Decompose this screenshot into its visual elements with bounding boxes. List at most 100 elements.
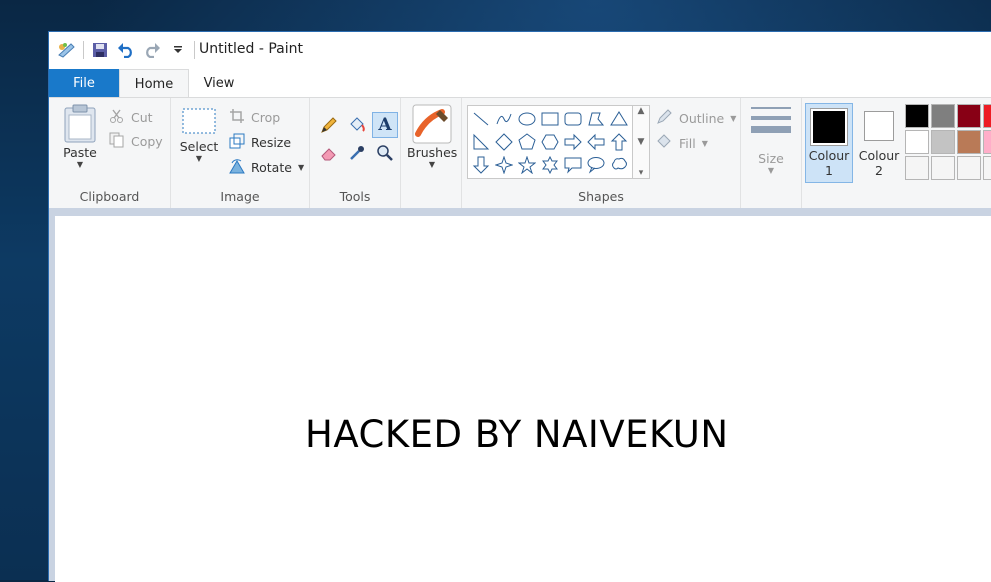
brushes-button[interactable]: Brushes ▼: [407, 104, 457, 169]
undo-icon[interactable]: [116, 40, 136, 60]
fill-bucket-icon[interactable]: [344, 112, 370, 138]
size-label: Size: [758, 151, 784, 166]
cut-button[interactable]: Cut: [109, 108, 153, 127]
ribbon-tabs: File Home View: [49, 69, 991, 98]
select-dropdown-icon[interactable]: ▼: [179, 154, 219, 163]
eraser-icon[interactable]: [316, 140, 342, 166]
shape-rect-callout-icon[interactable]: [561, 153, 584, 176]
palette-swatch[interactable]: [905, 104, 929, 128]
shape-heart-icon[interactable]: [469, 176, 492, 178]
canvas-text: HACKED BY NAIVEKUN: [305, 413, 729, 456]
colour1-swatch: [813, 111, 845, 143]
shape-polygon-icon[interactable]: [584, 107, 607, 130]
resize-button[interactable]: Resize: [229, 133, 291, 152]
paste-dropdown-icon[interactable]: ▼: [59, 160, 101, 169]
tab-file[interactable]: File: [49, 69, 119, 97]
fill-label: Fill: [679, 136, 696, 151]
brushes-dropdown-icon[interactable]: ▼: [407, 160, 457, 169]
shape-right-arrow-icon[interactable]: [561, 130, 584, 153]
quick-access-toolbar: [57, 40, 195, 60]
fill-icon: [655, 133, 673, 154]
brushes-group: Brushes ▼: [401, 98, 462, 208]
drawing-canvas[interactable]: HACKED BY NAIVEKUN: [55, 216, 991, 582]
shape-rectangle-icon[interactable]: [538, 107, 561, 130]
save-icon[interactable]: [90, 40, 110, 60]
shapes-gallery-scroll[interactable]: ▲ ▼ ▾: [632, 105, 650, 179]
palette-swatch[interactable]: [957, 104, 981, 128]
rotate-dropdown-icon[interactable]: ▼: [298, 163, 304, 172]
line-size-icon: [751, 107, 791, 133]
crop-icon: [229, 108, 245, 127]
scroll-up-icon[interactable]: ▲: [638, 106, 645, 116]
shape-six-point-star-icon[interactable]: [538, 153, 561, 176]
palette-swatch[interactable]: [931, 104, 955, 128]
shape-pentagon-icon[interactable]: [515, 130, 538, 153]
title-bar: Untitled - Paint: [49, 32, 991, 68]
paste-label: Paste: [63, 145, 97, 160]
shape-rounded-rectangle-icon[interactable]: [561, 107, 584, 130]
shape-diamond-icon[interactable]: [492, 130, 515, 153]
shape-oval-callout-icon[interactable]: [584, 153, 607, 176]
redo-icon[interactable]: [142, 40, 162, 60]
palette-swatch[interactable]: [983, 130, 991, 154]
palette-swatch[interactable]: [983, 104, 991, 128]
shape-hexagon-icon[interactable]: [538, 130, 561, 153]
clipboard-group-label: Clipboard: [79, 189, 140, 204]
outline-icon: [655, 108, 673, 129]
shape-left-arrow-icon[interactable]: [584, 130, 607, 153]
shape-right-triangle-icon[interactable]: [469, 130, 492, 153]
tools-group: A Tools: [310, 98, 401, 208]
shape-line-icon[interactable]: [469, 107, 492, 130]
outline-dropdown-icon[interactable]: ▼: [730, 114, 736, 123]
palette-swatch[interactable]: [983, 156, 991, 180]
colour2-button[interactable]: Colour 2: [855, 103, 903, 183]
paint-app-icon[interactable]: [57, 40, 77, 60]
shapes-group: ▲ ▼ ▾ Outline ▼ Fill ▼ Shapes: [462, 98, 741, 208]
copy-icon: [109, 132, 125, 151]
palette-swatch[interactable]: [957, 156, 981, 180]
resize-label: Resize: [251, 135, 292, 150]
magnifier-icon[interactable]: [372, 140, 398, 166]
cut-label: Cut: [131, 110, 153, 125]
text-tool-icon[interactable]: A: [372, 112, 398, 138]
shape-cloud-callout-icon[interactable]: [607, 153, 630, 176]
paste-icon: [64, 104, 96, 143]
tab-view[interactable]: View: [197, 69, 241, 97]
colour1-label-line2: 1: [825, 163, 833, 178]
shape-down-arrow-icon[interactable]: [469, 153, 492, 176]
pencil-icon[interactable]: [316, 112, 342, 138]
size-dropdown-icon[interactable]: ▼: [747, 166, 795, 175]
shapes-gallery[interactable]: [467, 105, 633, 179]
copy-button[interactable]: Copy: [109, 132, 163, 151]
palette-swatch[interactable]: [931, 130, 955, 154]
colour2-swatch: [864, 111, 894, 141]
crop-button[interactable]: Crop: [229, 108, 280, 127]
shape-four-point-star-icon[interactable]: [492, 153, 515, 176]
palette-swatch[interactable]: [957, 130, 981, 154]
palette-swatch[interactable]: [931, 156, 955, 180]
size-button[interactable]: Size ▼: [747, 104, 795, 175]
shape-curve-icon[interactable]: [492, 107, 515, 130]
palette-swatch[interactable]: [905, 130, 929, 154]
qat-divider: [83, 41, 84, 59]
shape-oval-icon[interactable]: [515, 107, 538, 130]
customize-qat-icon[interactable]: [168, 40, 188, 60]
fill-button[interactable]: Fill ▼: [655, 133, 708, 154]
fill-dropdown-icon[interactable]: ▼: [702, 139, 708, 148]
rotate-button[interactable]: Rotate ▼: [229, 158, 304, 177]
tab-home[interactable]: Home: [119, 69, 189, 98]
shape-up-arrow-icon[interactable]: [607, 130, 630, 153]
shape-triangle-icon[interactable]: [607, 107, 630, 130]
select-label: Select: [179, 139, 219, 154]
paste-button[interactable]: Paste ▼: [59, 104, 101, 169]
shape-five-point-star-icon[interactable]: [515, 153, 538, 176]
palette-swatch[interactable]: [905, 156, 929, 180]
colour-picker-icon[interactable]: [344, 140, 370, 166]
scroll-down-icon[interactable]: ▼: [638, 137, 645, 147]
gallery-expand-icon[interactable]: ▾: [639, 168, 644, 178]
colour2-label-line2: 2: [875, 163, 883, 178]
colour1-button[interactable]: Colour 1: [805, 103, 853, 183]
brush-icon: [412, 104, 452, 144]
select-button[interactable]: Select ▼: [179, 106, 219, 163]
outline-button[interactable]: Outline ▼: [655, 108, 736, 129]
